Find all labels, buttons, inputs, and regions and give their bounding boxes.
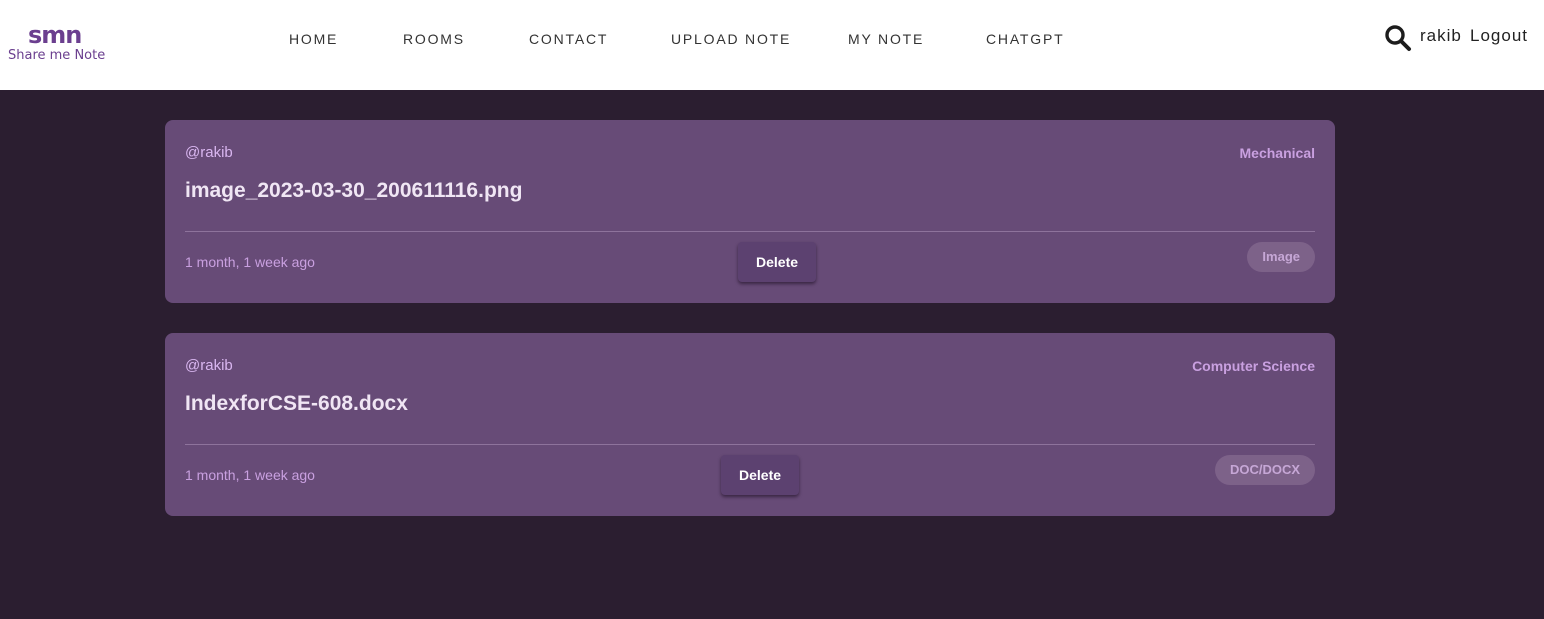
delete-button[interactable]: Delete: [738, 242, 817, 282]
nav-home[interactable]: HOME: [289, 31, 338, 47]
nav-my-note[interactable]: MY NOTE: [848, 31, 924, 47]
nav-chatgpt[interactable]: CHATGPT: [986, 31, 1064, 47]
note-card: @rakib Mechanical image_2023-03-30_20061…: [165, 120, 1335, 303]
user-name: rakib: [1420, 26, 1462, 45]
card-divider: [185, 444, 1315, 445]
delete-button[interactable]: Delete: [721, 455, 800, 495]
note-title[interactable]: image_2023-03-30_200611116.png: [185, 178, 522, 204]
navbar: smn Share me Note HOME ROOMS CONTACT UPL…: [0, 0, 1544, 90]
note-time: 1 month, 1 week ago: [185, 254, 315, 270]
note-user[interactable]: @rakib: [185, 144, 233, 162]
file-type-badge[interactable]: Image: [1247, 242, 1315, 272]
logout-link[interactable]: Logout: [1470, 26, 1528, 46]
card-divider: [185, 231, 1315, 232]
note-room[interactable]: Computer Science: [1192, 357, 1315, 375]
logo-text: Share me Note: [8, 48, 106, 63]
note-time: 1 month, 1 week ago: [185, 467, 315, 483]
nav-upload-note[interactable]: UPLOAD NOTE: [671, 31, 791, 47]
logo-mark: smn: [28, 21, 82, 49]
nav-rooms[interactable]: ROOMS: [403, 31, 465, 47]
note-room[interactable]: Mechanical: [1240, 144, 1315, 162]
nav-contact[interactable]: CONTACT: [529, 31, 608, 47]
file-type-badge[interactable]: DOC/DOCX: [1214, 455, 1315, 485]
logo[interactable]: smn Share me Note: [8, 22, 112, 66]
search-icon[interactable]: [1384, 24, 1412, 52]
note-card: @rakib Computer Science IndexforCSE-608.…: [165, 333, 1335, 516]
note-title[interactable]: IndexforCSE-608.docx: [185, 391, 408, 417]
note-user[interactable]: @rakib: [185, 357, 233, 375]
